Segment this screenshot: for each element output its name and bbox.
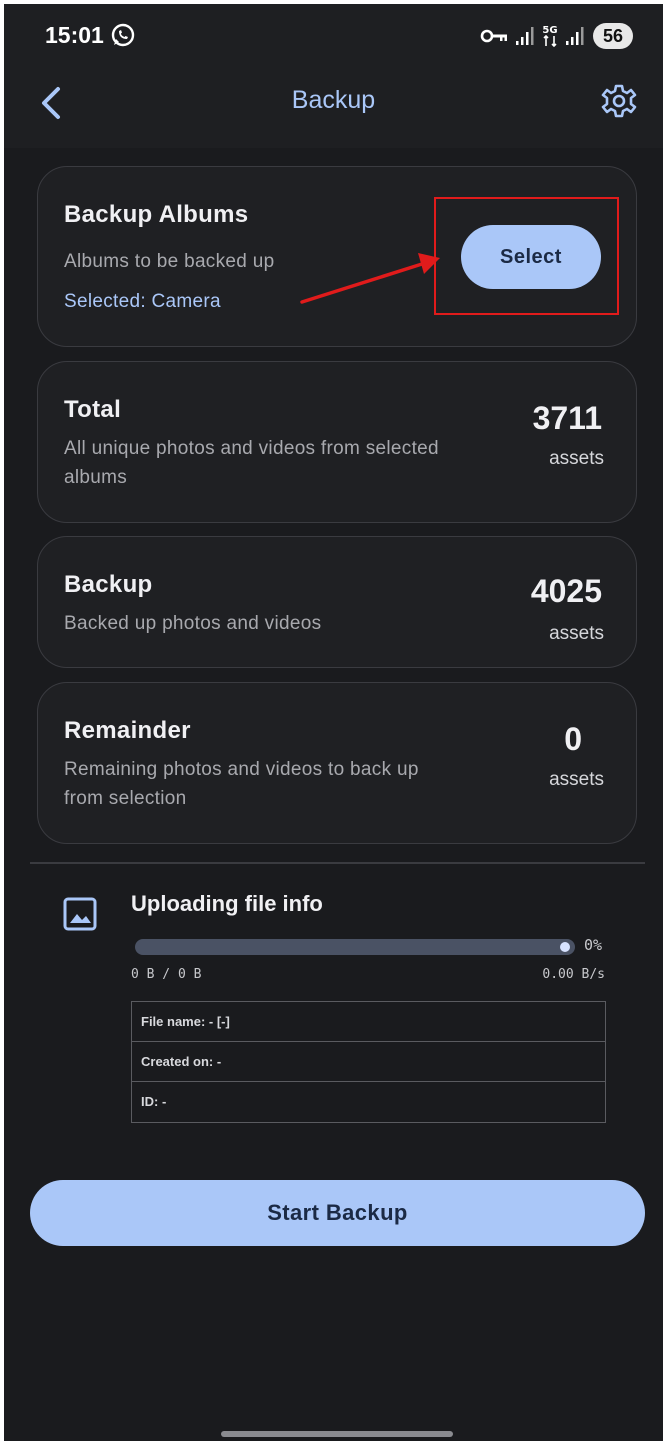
- network-type-icon: 5G: [542, 25, 558, 48]
- selected-albums-text: Selected: Camera: [64, 291, 221, 312]
- home-indicator[interactable]: [221, 1431, 453, 1437]
- remainder-card-title: Remainder: [64, 717, 191, 744]
- upload-speed: 0.00 B/s: [542, 967, 605, 982]
- app-bar: Backup: [4, 66, 663, 148]
- albums-card-subtitle: Albums to be backed up: [64, 251, 275, 272]
- created-on-row: Created on: -: [132, 1042, 605, 1082]
- backup-card-title: Backup: [64, 571, 153, 598]
- backup-unit: assets: [549, 623, 604, 644]
- upload-info-title: Uploading file info: [131, 891, 323, 916]
- id-row: ID: -: [141, 1094, 167, 1109]
- start-backup-button[interactable]: Start Backup: [30, 1180, 645, 1246]
- albums-card-title: Backup Albums: [64, 201, 249, 228]
- upload-info-table: File name: - [-] Created on: - ID: -: [131, 1001, 606, 1123]
- total-card: Total All unique photos and videos from …: [37, 361, 637, 523]
- remainder-card-subtitle: Remaining photos and videos to back up f…: [64, 759, 419, 809]
- backup-count: 4025: [530, 573, 602, 609]
- svg-text:5G: 5G: [542, 25, 557, 36]
- signal-icon: [516, 27, 534, 45]
- upload-bytes: 0 B / 0 B: [131, 967, 202, 982]
- vpn-key-icon: [480, 29, 507, 43]
- backup-count-card: Backup Backed up photos and videos 4025 …: [37, 536, 637, 668]
- file-name-row: File name: - [-]: [132, 1002, 605, 1042]
- upload-progress-bar: [135, 939, 575, 955]
- battery-level: 56: [593, 23, 633, 49]
- section-divider: [30, 862, 645, 864]
- select-highlight-box: [434, 197, 619, 315]
- remainder-unit: assets: [549, 769, 604, 790]
- upload-progress-percent: 0%: [584, 936, 603, 954]
- backup-card-subtitle: Backed up photos and videos: [64, 613, 322, 634]
- status-bar: 15:01 5G 56: [4, 4, 663, 66]
- total-card-subtitle: All unique photos and videos from select…: [64, 438, 439, 488]
- signal-icon: [566, 27, 584, 45]
- remainder-count: 0: [564, 721, 582, 757]
- image-icon: [63, 897, 97, 931]
- gear-icon[interactable]: [601, 83, 637, 119]
- remainder-card: Remainder Remaining photos and videos to…: [37, 682, 637, 844]
- total-unit: assets: [549, 448, 604, 469]
- total-count: 3711: [532, 400, 602, 436]
- page-title: Backup: [291, 86, 376, 114]
- whatsapp-icon: [111, 23, 135, 47]
- upload-progress-knob: [560, 942, 570, 952]
- status-time: 15:01: [45, 22, 104, 48]
- pointer-arrow-icon: [300, 253, 440, 304]
- total-card-title: Total: [64, 396, 122, 423]
